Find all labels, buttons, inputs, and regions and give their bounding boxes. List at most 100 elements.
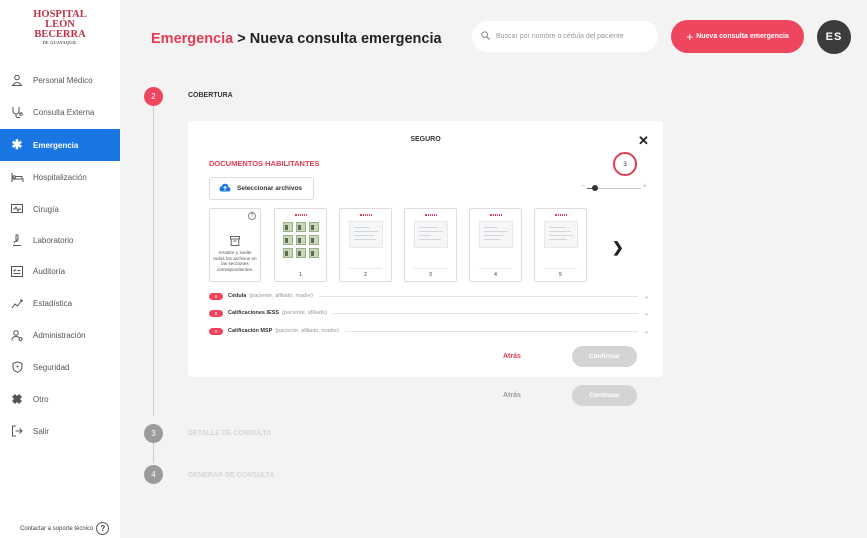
logout-icon	[9, 424, 25, 438]
support-link[interactable]: Contactar a soporte técnico ?	[20, 522, 110, 535]
zoom-slider-handle[interactable]	[592, 185, 598, 191]
sidebar-item-label: Consulta Externa	[33, 107, 95, 117]
hospital-logo: HOSPITAL LEÓN BECERRA DE GUAYAQUIL	[33, 9, 87, 45]
close-icon[interactable]: ✕	[638, 133, 649, 149]
category-detail: (paciente, afiliado, madre)	[249, 293, 313, 299]
sidebar-item-label: Administración	[33, 330, 86, 340]
sidebar-item-salir[interactable]: Salir	[0, 415, 120, 447]
search-placeholder: Buscar por nombre o cédula del paciente	[496, 33, 624, 40]
category-row-calificacion-msp[interactable]: 0 Calificación MSP (paciente, afiliado, …	[209, 325, 649, 337]
sidebar-item-emergencia[interactable]: ✱ Emergencia	[0, 129, 120, 161]
zoom-slider[interactable]: − +	[581, 183, 647, 193]
modal-title: SEGURO	[410, 136, 441, 143]
page-title: Emergencia > Nueva consulta emergencia	[151, 31, 442, 47]
thumbnail-number: 1	[299, 272, 302, 278]
chevron-down-icon[interactable]: ⌄	[644, 328, 649, 335]
doctor-icon	[9, 73, 25, 87]
archive-icon	[230, 233, 240, 251]
breadcrumb[interactable]: Emergencia	[151, 31, 233, 47]
category-count-badge: 0	[209, 292, 223, 300]
chevron-right-icon[interactable]: ❯	[612, 239, 624, 256]
modal-back-button[interactable]: Atrás	[503, 353, 521, 360]
category-name: Cédula	[228, 293, 247, 299]
stepper-line	[153, 443, 154, 463]
category-name: Calificaciones IESS	[228, 310, 280, 316]
step-3-label: DETALLE DE CONSULTA	[188, 430, 272, 437]
category-detail: (paciente, afiliado)	[282, 310, 328, 316]
thumbnail-number: 5	[559, 272, 562, 278]
search-input[interactable]: Buscar por nombre o cédula del paciente	[472, 21, 658, 52]
category-count-badge: 0	[209, 327, 223, 335]
sidebar-item-laboratorio[interactable]: Laboratorio	[0, 224, 120, 256]
thumbnail-number: 2	[364, 272, 367, 278]
sidebar-item-label: Estadística	[33, 298, 73, 308]
document-count-badge: 3	[613, 152, 637, 176]
sidebar-item-personal-medico[interactable]: Personal Médico	[0, 64, 120, 96]
support-label: Contactar a soporte técnico	[20, 525, 94, 532]
sidebar-item-otro[interactable]: Otro	[0, 383, 120, 415]
audit-icon	[9, 264, 25, 278]
document-thumbnail[interactable]: 2	[339, 208, 392, 282]
step-2-label: COBERTURA	[188, 92, 233, 99]
sidebar-item-consulta-externa[interactable]: Consulta Externa	[0, 96, 120, 128]
chevron-down-icon[interactable]: ⌄	[644, 293, 649, 300]
category-name: Calificación MSP	[228, 328, 273, 334]
document-thumbnail[interactable]: 4	[469, 208, 522, 282]
step-4-label: GENERAR DE CONSULTA	[188, 472, 275, 479]
sidebar-item-auditoria[interactable]: Auditoría	[0, 255, 120, 287]
continue-button[interactable]: Continuar	[572, 385, 637, 406]
breadcrumb-separator: >	[233, 31, 250, 47]
select-files-button[interactable]: Seleccionar archivos	[209, 177, 314, 200]
section-label: DOCUMENTOS HABILITANTES	[209, 159, 320, 168]
sidebar-item-label: Cirugía	[33, 204, 59, 214]
document-thumbnail[interactable]: 3	[404, 208, 457, 282]
dropzone-text: Arrastre y suelte todos los archivos en …	[213, 250, 257, 272]
avatar[interactable]: ES	[817, 20, 851, 54]
category-row-cedula[interactable]: 0 Cédula (paciente, afiliado, madre) ⌄	[209, 290, 649, 302]
microscope-icon	[9, 233, 25, 247]
category-count-badge: 0	[209, 309, 223, 317]
sidebar-item-administracion[interactable]: Administración	[0, 319, 120, 351]
confirm-button[interactable]: Confirmar	[572, 346, 637, 367]
sidebar-item-label: Laboratorio	[33, 235, 74, 245]
category-row-calificaciones-iess[interactable]: 0 Calificaciones IESS (paciente, afiliad…	[209, 307, 649, 319]
dropzone[interactable]: ? Arrastre y suelte todos los archivos e…	[209, 208, 261, 282]
search-icon	[481, 31, 490, 42]
sidebar-item-seguridad[interactable]: Seguridad	[0, 351, 120, 383]
sidebar-item-hospitalizacion[interactable]: Hospitalización	[0, 161, 120, 193]
insurance-modal: SEGURO ✕ DOCUMENTOS HABILITANTES 3 Selec…	[188, 121, 663, 377]
page-title-text: Nueva consulta emergencia	[249, 31, 442, 47]
back-button[interactable]: Atrás	[503, 392, 521, 399]
step-4-circle: 4	[144, 465, 163, 484]
step-3-circle: 3	[144, 424, 163, 443]
zoom-out-icon[interactable]: −	[581, 183, 585, 190]
sidebar: HOSPITAL LEÓN BECERRA DE GUAYAQUIL Perso…	[0, 0, 120, 538]
document-thumbnail[interactable]: 5	[534, 208, 587, 282]
sidebar-item-cirugia[interactable]: Cirugía	[0, 193, 120, 225]
bandage-icon	[9, 392, 25, 406]
admin-icon	[9, 328, 25, 342]
sidebar-item-label: Hospitalización	[33, 172, 87, 182]
step-2-circle: 2	[144, 87, 163, 106]
info-icon[interactable]: ?	[248, 212, 256, 220]
help-icon[interactable]: ?	[96, 522, 110, 535]
stethoscope-icon	[9, 105, 25, 119]
chevron-down-icon[interactable]: ⌄	[644, 310, 649, 317]
shield-icon	[9, 360, 25, 374]
zoom-in-icon[interactable]: +	[643, 183, 647, 190]
document-thumbnail[interactable]: 1	[274, 208, 327, 282]
sidebar-item-label: Auditoría	[33, 266, 66, 276]
plus-icon: +	[686, 29, 694, 44]
surgery-icon	[9, 202, 25, 216]
thumbnail-number: 3	[429, 272, 432, 278]
bed-icon	[9, 170, 25, 184]
sidebar-item-label: Emergencia	[33, 140, 79, 150]
new-consultation-button[interactable]: + Nueva consulta emergencia	[671, 20, 804, 53]
sidebar-item-estadistica[interactable]: Estadística	[0, 287, 120, 319]
select-files-label: Seleccionar archivos	[237, 185, 303, 192]
category-detail: (paciente, afiliado, madre)	[275, 328, 339, 334]
asterisk-icon: ✱	[11, 137, 23, 152]
sidebar-item-label: Otro	[33, 394, 49, 404]
sidebar-item-label: Personal Médico	[33, 75, 93, 85]
cloud-upload-icon	[219, 183, 231, 194]
